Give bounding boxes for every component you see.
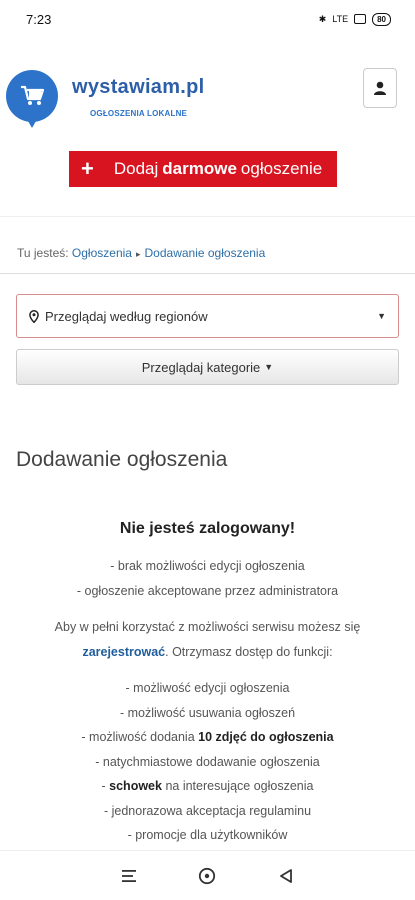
limit-item: - brak możliwości edycji ogłoszenia [110, 559, 305, 573]
page-title: Dodawanie ogłoszenia [16, 448, 228, 471]
add-button-bold: darmowe [162, 159, 237, 178]
breadcrumb-link-ads[interactable]: Ogłoszenia [72, 246, 132, 260]
divider [0, 273, 415, 274]
feature-text: - możliwość dodania [81, 730, 195, 744]
register-intro: Aby w pełni korzystać z możliwości serwi… [54, 620, 361, 634]
divider [0, 216, 415, 217]
user-icon [374, 81, 386, 95]
brand-name[interactable]: wystawiam.pl [72, 76, 205, 99]
limit-item: - ogłoszenie akceptowane przez administr… [76, 583, 339, 598]
caret-down-icon: ▼ [377, 311, 386, 321]
back-icon[interactable] [278, 868, 294, 884]
bluetooth-icon: ✱ [318, 13, 327, 24]
status-bar: 7:23 ✱ LTE 80 [0, 0, 415, 38]
logo-icon[interactable] [6, 70, 58, 128]
feature-item: - jednorazowa akceptacja regulaminu [103, 803, 312, 818]
add-free-ad-button[interactable]: + Dodaj darmowe ogłoszenie [69, 151, 337, 187]
categories-label: Przeglądaj kategorie [141, 359, 261, 375]
battery-icon: 80 [372, 12, 391, 26]
feature-text: - [101, 779, 106, 793]
add-button-prefix: Dodaj [113, 159, 159, 178]
feature-item: - możliwość usuwania ogłoszeń [119, 705, 296, 720]
map-marker-icon [29, 309, 39, 323]
breadcrumb: Tu jesteś: Ogłoszenia ▸ Dodawanie ogłoszen… [17, 246, 265, 260]
categories-button[interactable]: Przeglądaj kategorie ▼ [16, 349, 399, 385]
sim-icon [354, 14, 367, 24]
menu-icon[interactable] [121, 869, 137, 883]
feature-item: - możliwość dodania 10 zdjęć do ogłoszen… [0, 725, 415, 750]
status-time: 7:23 [26, 11, 52, 27]
region-select-label: Przeglądaj według regionów [45, 308, 208, 324]
breadcrumb-separator-icon: ▸ [135, 249, 141, 259]
feature-bold: schowek [109, 779, 162, 793]
status-icons: ✱ LTE 80 [318, 12, 391, 26]
register-line: zarejestrować. Otrzymasz dostęp do funkc… [0, 640, 415, 665]
signal-text: LTE [332, 14, 349, 24]
not-logged-in-heading: Nie jesteś zalogowany! [119, 520, 296, 537]
feature-text: na interesujące ogłoszenia [165, 779, 314, 793]
breadcrumb-link-add[interactable]: Dodawanie ogłoszenia [145, 246, 266, 260]
brand-tagline: OGŁOSZENIA LOKALNE [90, 109, 188, 118]
feature-bold: 10 zdjęć do ogłoszenia [198, 730, 334, 744]
site-header: wystawiam.pl OGŁOSZENIA LOKALNE [0, 62, 415, 142]
home-icon[interactable] [198, 867, 216, 885]
login-notice: Nie jesteś zalogowany! - brak możliwości… [0, 520, 415, 848]
user-account-button[interactable] [363, 68, 397, 108]
caret-down-icon: ▼ [264, 362, 274, 372]
breadcrumb-prefix: Tu jesteś: [17, 246, 69, 260]
system-nav-bar [0, 850, 415, 900]
add-button-suffix: ogłoszenie [240, 159, 323, 178]
region-select[interactable]: Przeglądaj według regionów ▼ [16, 294, 399, 338]
feature-item: - schowek na interesujące ogłoszenia [0, 774, 415, 799]
plus-icon: + [81, 156, 94, 181]
feature-item: - natychmiastowe dodawanie ogłoszenia [95, 754, 320, 769]
feature-item: - możliwość edycji ogłoszenia [125, 681, 290, 695]
register-link[interactable]: zarejestrować [82, 645, 165, 659]
cart-icon [21, 85, 44, 105]
feature-item: - promocje dla użytkowników [127, 828, 288, 842]
register-intro-tail: . Otrzymasz dostęp do funkcji: [165, 644, 333, 659]
